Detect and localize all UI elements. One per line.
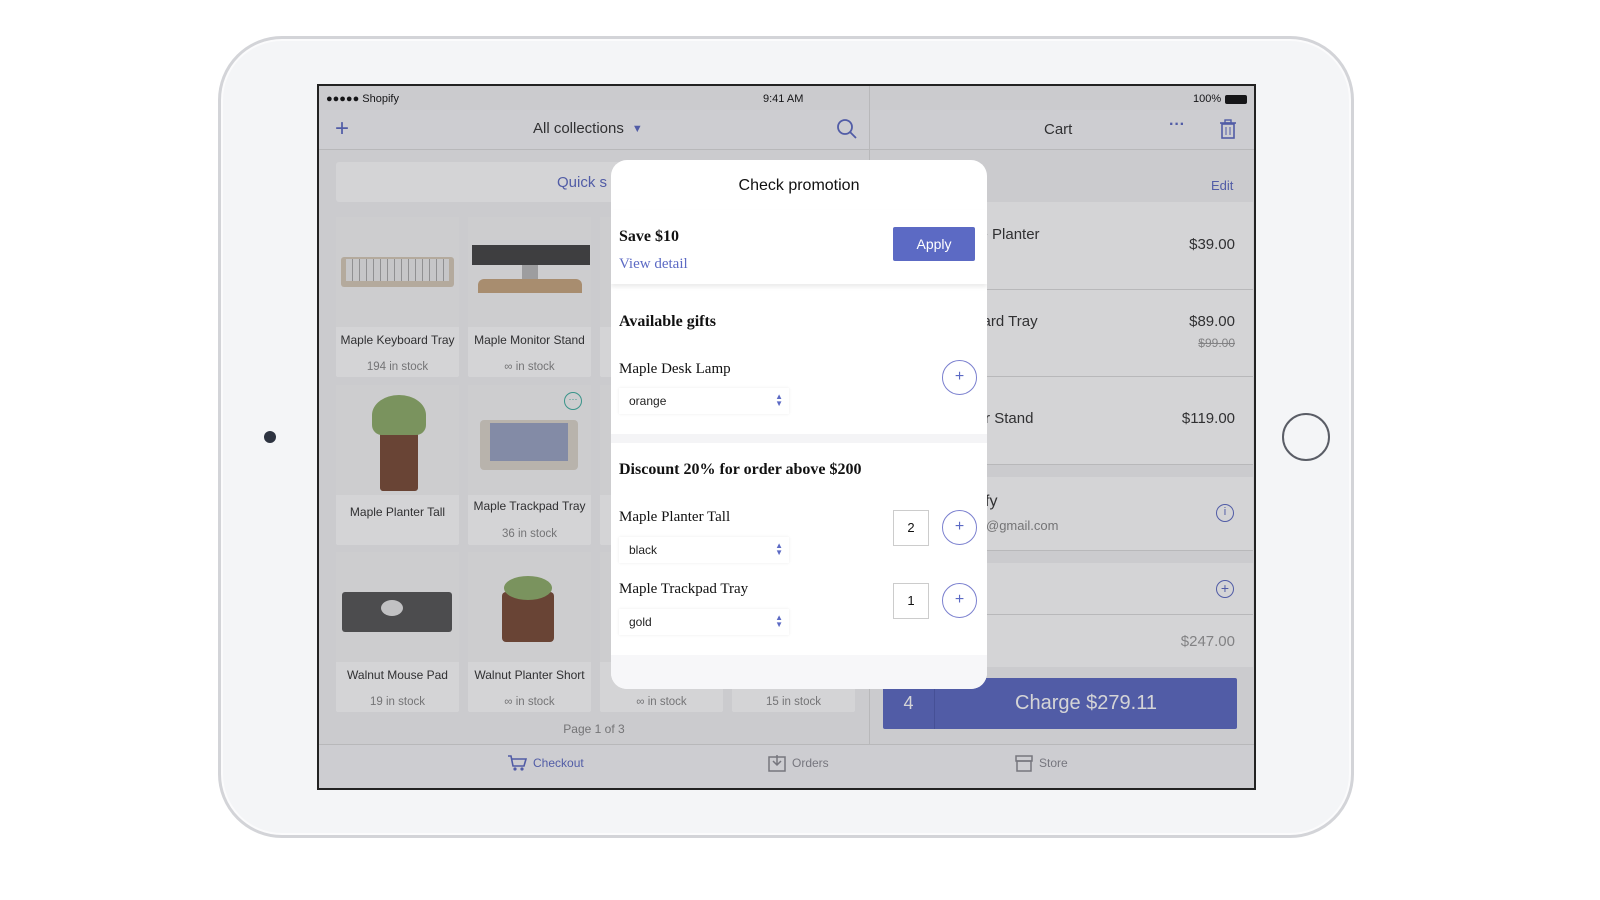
gifts-title: Available gifts [619,313,717,330]
discount-variant-select[interactable]: gold ▲ ▼ [619,609,789,635]
check-promotion-modal: Check promotion Save $10 View detail App… [611,160,987,689]
select-value: black [629,543,658,557]
quantity-input[interactable]: 2 [893,510,929,546]
gifts-section: Available gifts Maple Desk Lamp orange ▲ ▼… [611,284,987,442]
gift-variant-select[interactable]: orange ▲ ▼ [619,388,789,414]
promo-title: Save $10 [619,228,679,245]
promo-section: Save $10 View detail Apply [611,210,987,284]
add-gift-button[interactable]: + [942,360,977,395]
select-arrows-icon: ▲ ▼ [775,613,783,629]
discount-title: Discount 20% for order above $200 [619,461,862,478]
quantity-input[interactable]: 1 [893,583,929,619]
home-button[interactable] [1282,413,1330,461]
view-detail-link[interactable]: View detail [619,256,688,273]
discount-variant-select[interactable]: black ▲ ▼ [619,537,789,563]
select-value: orange [629,394,667,408]
select-value: gold [629,615,652,629]
select-arrows-icon: ▲ ▼ [775,541,783,557]
gift-name: Maple Desk Lamp [619,361,731,377]
modal-title: Check promotion [738,177,860,194]
select-arrows-icon: ▲ ▼ [775,392,783,408]
add-item-button[interactable]: + [942,510,977,545]
add-item-button[interactable]: + [942,583,977,618]
camera [264,431,276,443]
discount-section: Discount 20% for order above $200 Maple … [611,443,987,655]
apply-button[interactable]: Apply [893,227,975,261]
discount-item-name: Maple Planter Tall [619,509,731,525]
discount-item-name: Maple Trackpad Tray [619,581,749,597]
modal-footer [611,655,987,689]
section-divider [611,434,987,443]
